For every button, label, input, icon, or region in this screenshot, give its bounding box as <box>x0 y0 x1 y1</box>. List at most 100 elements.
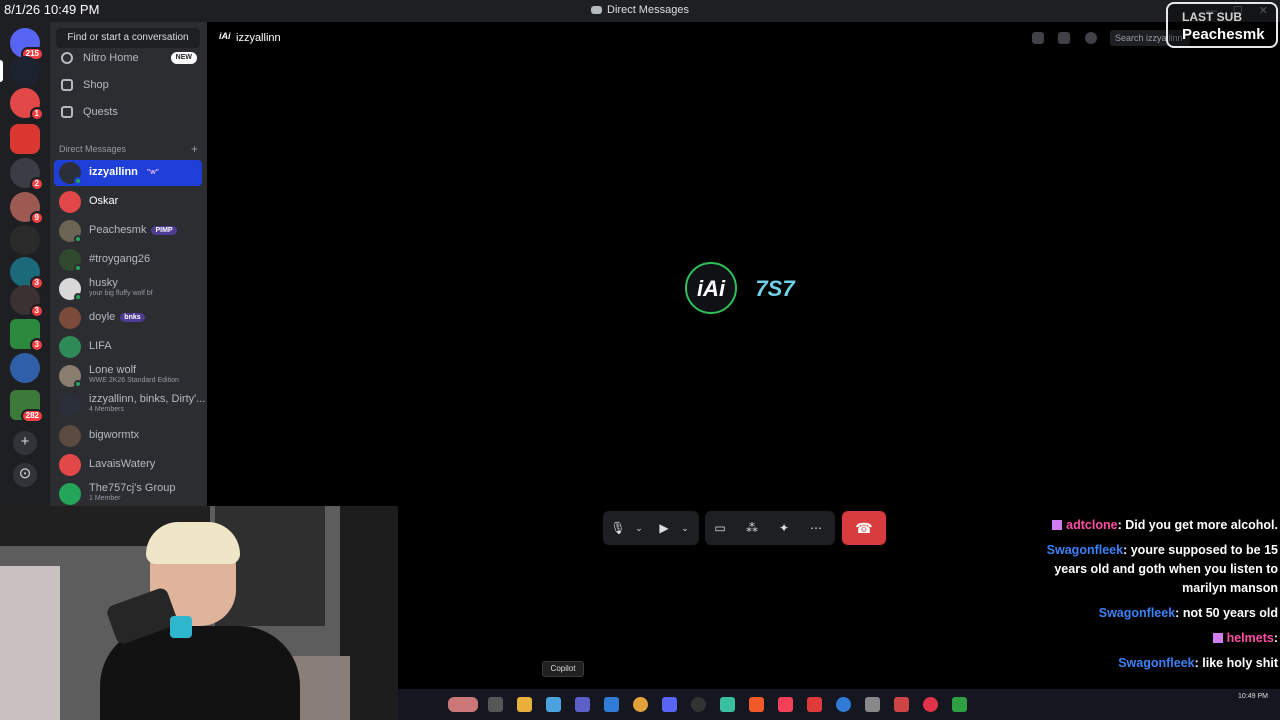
call-avatar-757[interactable]: 7S7 <box>749 264 801 316</box>
dm-item-group-izzyallinn[interactable]: izzyallinn, binks, Dirty'... 4 Members <box>54 392 206 418</box>
chat-text: like holy shit <box>1202 656 1278 670</box>
avatar <box>59 336 81 358</box>
home-button[interactable]: 215 <box>10 28 44 61</box>
dm-item-doyle[interactable]: doyle bnks <box>54 305 202 331</box>
dm-item-husky[interactable]: husky your big fluffy wolf bf <box>54 276 202 302</box>
server-avatar-6[interactable] <box>10 353 40 383</box>
avatar <box>59 307 81 329</box>
screen-share-icon[interactable]: ▭ <box>711 519 729 537</box>
activities-icon[interactable]: ⁂ <box>743 519 761 537</box>
discover-icon[interactable]: ⊙ <box>13 463 37 487</box>
app-icon-red[interactable] <box>807 697 822 712</box>
chevron-down-icon[interactable]: ⌄ <box>630 519 648 537</box>
server-avatar-3[interactable] <box>10 225 40 255</box>
app-icon-red-2[interactable] <box>894 697 909 712</box>
dm-item-izzyallinn[interactable]: izzyallinn "w" <box>54 160 202 186</box>
webcam-feed <box>0 506 398 720</box>
server-rail: 215 1 2 9 3 3 3 282 + ⊙ <box>0 22 50 506</box>
server-avatar-4[interactable]: 3 <box>10 257 44 290</box>
server-folder-green[interactable]: 3 <box>10 319 44 352</box>
server-avatar-2[interactable]: 9 <box>10 192 44 225</box>
dm-item-lavaiswatery[interactable]: LavaisWatery <box>54 452 202 478</box>
camera-off-icon[interactable]: ▶ <box>655 519 673 537</box>
chevron-down-icon[interactable]: ⌄ <box>676 519 694 537</box>
call-header: iAi izzyallinn Search izzyallinn <box>207 22 1280 54</box>
more-icon[interactable]: ⋯ <box>807 519 825 537</box>
store-icon[interactable] <box>604 697 619 712</box>
chat-message: Swagonfleek: not 50 years old <box>1098 606 1278 620</box>
status-online <box>74 380 82 388</box>
dm-sidebar: Find or start a conversation Nitro Home … <box>50 22 207 506</box>
music-icon[interactable] <box>778 697 793 712</box>
nav-label: Nitro Home <box>83 52 139 64</box>
last-sub-label: LAST SUB <box>1182 10 1242 24</box>
dm-name: The757cj's Group <box>89 482 176 494</box>
dm-tag: PIMP <box>151 226 177 235</box>
server-badge: 3 <box>29 304 44 318</box>
app-icon-circle-red[interactable] <box>923 697 938 712</box>
microphone-icon[interactable]: 🎙 <box>609 519 627 537</box>
chat-message: Swagonfleek: youre supposed to be 15 yea… <box>1046 543 1278 595</box>
sub-badge-icon <box>1052 520 1063 530</box>
find-conversation-button[interactable]: Find or start a conversation <box>56 28 200 48</box>
dm-section-header: Direct Messages + <box>59 142 198 156</box>
app-icon-teal[interactable] <box>720 697 735 712</box>
dm-item-lone-wolf[interactable]: Lone wolf WWE 2K26 Standard Edition <box>54 363 202 389</box>
dm-item-troygang[interactable]: #troygang26 <box>54 247 202 273</box>
obs-icon[interactable] <box>691 697 706 712</box>
active-server-pill <box>0 60 3 82</box>
last-sub-overlay: LAST SUB Peachesmk <box>1166 2 1278 48</box>
nav-label: Shop <box>83 79 109 91</box>
file-explorer-icon[interactable] <box>517 697 532 712</box>
task-view-icon[interactable] <box>488 697 503 712</box>
dm-name: izzyallinn, binks, Dirty'... <box>89 393 206 405</box>
teams-icon[interactable] <box>575 697 590 712</box>
create-dm-icon[interactable]: + <box>191 142 198 156</box>
dm-subtitle: your big fluffy wolf bf <box>89 290 153 297</box>
add-server-icon[interactable]: + <box>13 431 37 455</box>
dm-item-peachesmk[interactable]: Peachesmk PIMP <box>54 218 202 244</box>
dm-item-oskar[interactable]: Oskar <box>54 189 202 215</box>
soundboard-icon[interactable]: ✦ <box>775 519 793 537</box>
server-folder-2[interactable]: 282 <box>10 390 44 423</box>
help-icon[interactable] <box>836 697 851 712</box>
dm-item-bigwormtx[interactable]: bigwormtx <box>54 423 202 449</box>
header-username[interactable]: izzyallinn <box>236 32 281 44</box>
nav-shop[interactable]: Shop <box>58 75 201 95</box>
xbox-icon[interactable] <box>952 697 967 712</box>
screen: Direct Messages — ☐ ✕ 8/1/26 10:49 PM 215 … <box>0 0 1280 720</box>
widgets-icon[interactable] <box>448 697 478 712</box>
app-icon-gray[interactable] <box>865 697 880 712</box>
brave-icon[interactable] <box>749 697 764 712</box>
chat-message: helmets: <box>1028 629 1278 648</box>
nitro-icon <box>61 52 73 65</box>
dm-name: bigwormtx <box>89 429 140 441</box>
server-discord-red[interactable]: 1 <box>10 88 44 121</box>
stream-chat-overlay: adtclone: Did you get more alcohol. Swag… <box>1028 516 1278 679</box>
server-red-stripes[interactable] <box>10 124 40 154</box>
server-avatar-1[interactable]: 2 <box>10 158 44 191</box>
chrome-icon[interactable] <box>633 697 648 712</box>
shop-icon <box>61 79 73 92</box>
sub-badge-icon <box>1212 633 1223 643</box>
dm-item-lifa[interactable]: LIFA <box>54 334 202 360</box>
call-avatar-text: iAi <box>696 276 726 301</box>
hang-up-button[interactable]: ☎ <box>842 511 886 545</box>
taskbar-clock[interactable]: 10:49 PM <box>1238 692 1268 702</box>
add-friends-icon[interactable] <box>1058 32 1070 44</box>
dm-item-757cj-group[interactable]: The757cj's Group 1 Member <box>54 481 202 506</box>
discord-taskbar-icon[interactable] <box>662 697 677 712</box>
call-avatar-izzyallinn[interactable]: iAi <box>685 262 737 314</box>
nav-nitro-home[interactable]: Nitro Home NEW <box>58 48 201 68</box>
nav-quests[interactable]: Quests <box>58 102 201 122</box>
pinned-icon[interactable] <box>1032 32 1044 44</box>
dm-name: husky <box>89 277 118 289</box>
avatar <box>59 454 81 476</box>
chat-text: not 50 years old <box>1182 606 1278 620</box>
copilot-icon[interactable] <box>546 697 561 712</box>
server-badge: 9 <box>29 211 44 225</box>
server-avatar-5[interactable]: 3 <box>10 285 44 318</box>
dm-subtitle: 1 Member <box>89 495 121 502</box>
server-iai[interactable] <box>10 56 40 86</box>
profile-icon[interactable] <box>1085 32 1097 44</box>
